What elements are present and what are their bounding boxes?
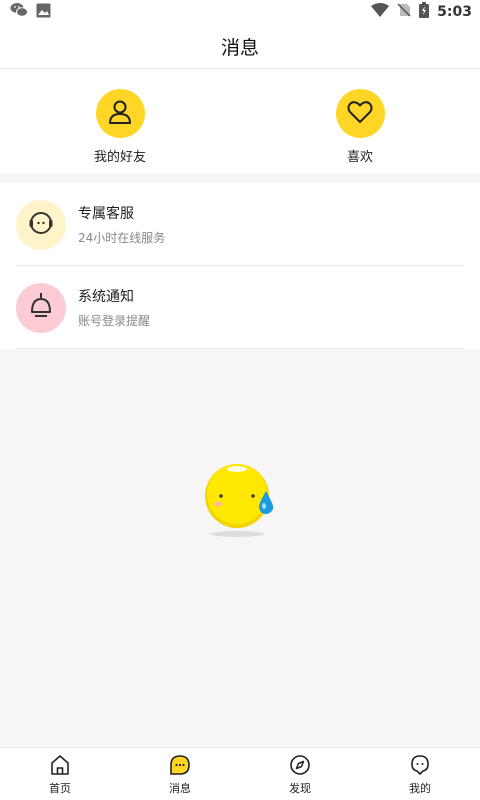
tab-home[interactable]: 首页: [0, 748, 120, 800]
wifi-icon: [371, 3, 390, 21]
tab-discover[interactable]: 发现: [240, 748, 360, 800]
tab-label-profile: 我的: [409, 781, 431, 795]
message-list: 专属客服 24小时在线服务 系统通知 账号登录提醒: [0, 183, 480, 349]
notice-icon-circle: [16, 282, 66, 333]
tab-label-messages: 消息: [169, 781, 191, 795]
quick-actions: 我的好友 喜欢: [0, 69, 480, 173]
tab-bar: 首页 消息 发现 我的: [0, 747, 480, 800]
tab-profile[interactable]: 我的: [360, 748, 480, 800]
header: 消息: [0, 24, 480, 69]
quick-label-likes: 喜欢: [346, 150, 373, 165]
sweating-emoji-icon: [197, 454, 287, 544]
list-item-customer-service[interactable]: 专属客服 24小时在线服务: [0, 183, 480, 266]
wechat-icon: [10, 2, 28, 22]
list-title-system-notice: 系统通知: [78, 289, 134, 305]
battery-charging-icon: [419, 2, 430, 22]
image-icon: [36, 3, 51, 22]
page-title: 消息: [220, 36, 259, 59]
compass-icon: [288, 753, 312, 777]
tab-messages[interactable]: 消息: [120, 748, 240, 800]
status-bar: 5:03: [0, 0, 480, 24]
list-item-system-notice[interactable]: 系统通知 账号登录提醒: [0, 266, 480, 349]
no-sim-icon: [397, 3, 411, 21]
list-title-customer-service: 专属客服: [78, 206, 134, 222]
heart-icon: [347, 100, 373, 128]
quick-label-friends: 我的好友: [93, 150, 146, 165]
tab-label-home: 首页: [49, 781, 71, 795]
tab-label-discover: 发现: [289, 781, 311, 795]
user-icon: [108, 99, 132, 129]
bell-icon: [28, 292, 54, 324]
service-icon-circle: [16, 199, 66, 250]
status-time: 5:03: [437, 4, 472, 20]
profile-icon: [408, 753, 432, 777]
home-icon: [48, 753, 72, 777]
empty-state: [0, 349, 480, 747]
list-subtitle-customer-service: 24小时在线服务: [78, 231, 166, 245]
friends-icon-circle: [95, 89, 145, 138]
quick-item-friends[interactable]: 我的好友: [0, 69, 240, 173]
message-icon: [168, 753, 192, 777]
likes-icon-circle: [335, 89, 385, 138]
customer-service-icon: [28, 210, 54, 240]
quick-item-likes[interactable]: 喜欢: [240, 69, 480, 173]
list-subtitle-system-notice: 账号登录提醒: [78, 314, 151, 328]
